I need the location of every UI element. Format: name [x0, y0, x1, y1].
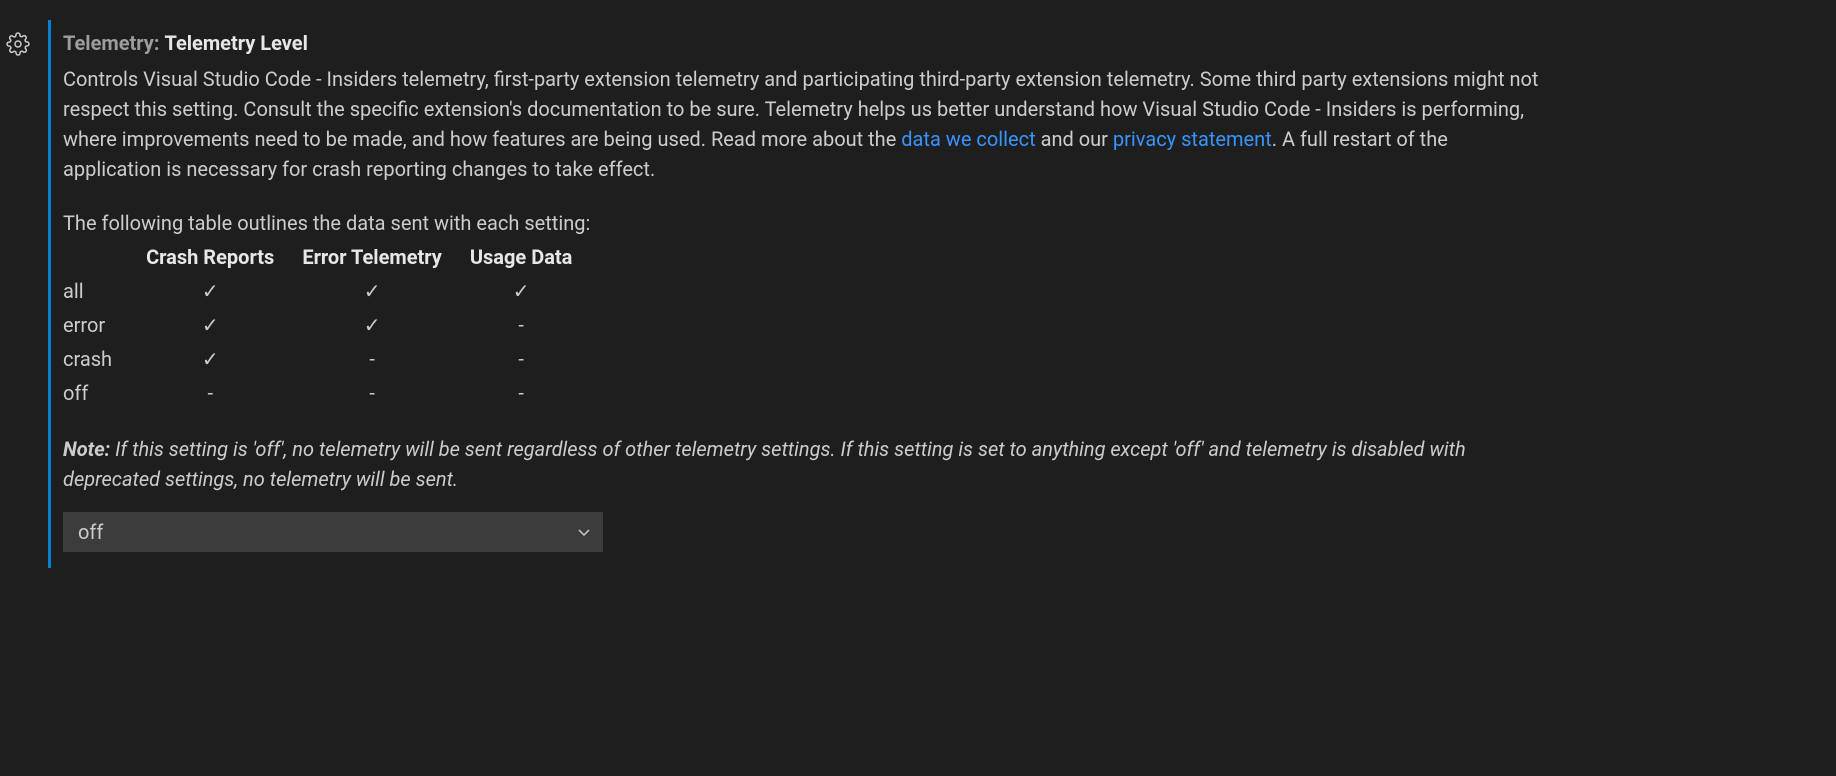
table-cell: ✓	[132, 342, 288, 376]
select-value-text: off	[64, 517, 566, 547]
chevron-down-icon	[566, 524, 602, 540]
table-intro-text: The following table outlines the data se…	[63, 208, 1544, 238]
table-header-usage-data: Usage Data	[456, 240, 587, 274]
table-row: all ✓ ✓ ✓	[63, 274, 586, 308]
table-cell-label: crash	[63, 342, 132, 376]
settings-item-container: Telemetry: Telemetry Level Controls Visu…	[0, 0, 1836, 588]
table-cell: -	[456, 342, 587, 376]
table-row: crash ✓ - -	[63, 342, 586, 376]
table-row: error ✓ ✓ -	[63, 308, 586, 342]
table-cell-label: off	[63, 376, 132, 410]
table-cell: ✓	[456, 274, 587, 308]
description-between-links: and our	[1036, 127, 1113, 151]
table-cell-label: error	[63, 308, 132, 342]
table-cell: -	[456, 308, 587, 342]
table-cell: ✓	[132, 308, 288, 342]
table-cell: ✓	[288, 274, 456, 308]
telemetry-level-select[interactable]: off	[63, 512, 603, 552]
table-cell: -	[132, 376, 288, 410]
table-header-row: Crash Reports Error Telemetry Usage Data	[63, 240, 586, 274]
setting-category-label: Telemetry:	[63, 31, 159, 55]
setting-telemetry-level: Telemetry: Telemetry Level Controls Visu…	[48, 20, 1568, 568]
table-cell: -	[288, 342, 456, 376]
table-cell: ✓	[132, 274, 288, 308]
table-header-crash-reports: Crash Reports	[132, 240, 288, 274]
table-header-error-telemetry: Error Telemetry	[288, 240, 456, 274]
table-header-empty	[63, 240, 132, 274]
setting-name-label: Telemetry Level	[164, 31, 307, 55]
setting-note: Note: If this setting is 'off', no telem…	[63, 434, 1544, 494]
link-privacy-statement[interactable]: privacy statement	[1113, 127, 1272, 151]
setting-description: Controls Visual Studio Code - Insiders t…	[63, 64, 1544, 184]
table-cell: ✓	[288, 308, 456, 342]
table-cell: -	[456, 376, 587, 410]
telemetry-table: Crash Reports Error Telemetry Usage Data…	[63, 240, 586, 410]
gear-icon[interactable]	[6, 32, 30, 64]
note-text: If this setting is 'off', no telemetry w…	[63, 437, 1466, 491]
link-data-we-collect[interactable]: data we collect	[901, 127, 1035, 151]
settings-item-gutter	[0, 20, 48, 568]
spacer	[63, 184, 1544, 208]
table-cell-label: all	[63, 274, 132, 308]
setting-title: Telemetry: Telemetry Level	[63, 28, 1544, 58]
note-label: Note:	[63, 437, 110, 461]
table-cell: -	[288, 376, 456, 410]
table-row: off - - -	[63, 376, 586, 410]
